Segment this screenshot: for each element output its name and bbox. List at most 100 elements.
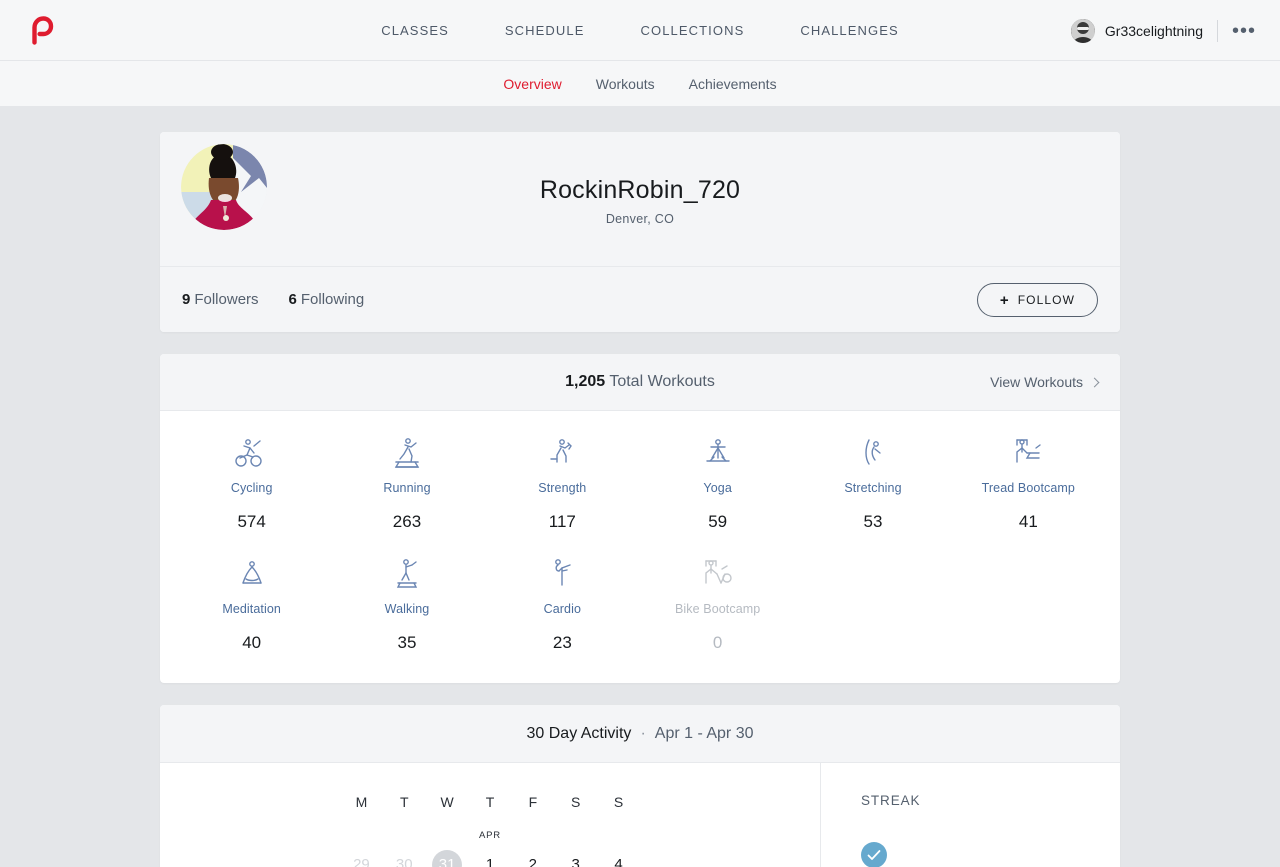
workout-type-count: 41 [1018, 512, 1038, 531]
workout-type-count: 117 [548, 512, 576, 531]
follow-button-label: FOLLOW [1017, 293, 1075, 307]
workout-type-stretching[interactable]: Stretching 53 [795, 433, 950, 532]
workout-type-label: Walking [384, 602, 430, 616]
followers-label: Followers [194, 291, 259, 308]
workout-type-label: Cardio [543, 602, 582, 616]
following-stat[interactable]: 6 Following [289, 291, 365, 308]
nav-divider [1216, 19, 1218, 42]
calendar-dow: S [571, 794, 581, 810]
activity-title: 30 Day Activity [526, 724, 632, 742]
calendar-dow: W [440, 794, 454, 810]
user-menu[interactable]: Gr33celightning ••• [1070, 0, 1256, 61]
user-avatar-icon[interactable] [1070, 18, 1095, 43]
check-circle-icon [861, 842, 887, 867]
calendar-days-row: 29 30 31 1 2 3 4 [160, 844, 820, 867]
workout-type-label: Bike Bootcamp [674, 602, 761, 616]
chevron-right-icon [1089, 377, 1100, 387]
calendar-day[interactable]: 30 [383, 850, 426, 867]
tab-achievements[interactable]: Achievements [689, 76, 777, 92]
workout-type-strength[interactable]: Strength 117 [485, 433, 640, 532]
calendar-month-spacer [383, 830, 426, 844]
activity-date-range: Apr 1 - Apr 30 [654, 724, 754, 742]
calendar-day-number: 30 [395, 856, 413, 867]
calendar-day-number: 1 [485, 856, 495, 867]
calendar-day-number: 29 [353, 856, 370, 867]
nav-link-challenges[interactable]: CHALLENGES [800, 23, 898, 38]
followers-stat[interactable]: 9 Followers [182, 291, 259, 308]
followers-count: 9 [182, 291, 191, 308]
nav-link-schedule[interactable]: SCHEDULE [505, 23, 585, 38]
calendar-dow: S [613, 794, 624, 810]
page-content: RockinRobin_720 Denver, CO 9 Followers 6F… [0, 107, 1280, 867]
workout-type-label: Yoga [703, 481, 732, 495]
workout-type-label: Meditation [222, 602, 281, 616]
cycling-icon [174, 433, 329, 473]
view-workouts-link[interactable]: View Workouts [990, 374, 1100, 390]
total-workouts-count: 1,205 [565, 373, 606, 390]
profile-photo[interactable] [181, 144, 267, 230]
workout-type-count: 40 [242, 633, 262, 652]
running-icon [329, 433, 484, 473]
profile-card: RockinRobin_720 Denver, CO 9 Followers 6F… [160, 132, 1120, 332]
calendar-month-spacer [511, 830, 554, 844]
walking-icon [329, 554, 484, 594]
page-title: RockinRobin_720 [539, 176, 741, 204]
workout-type-bike-bootcamp[interactable]: Bike Bootcamp 0 [640, 554, 795, 653]
nav-link-collections[interactable]: COLLECTIONS [641, 23, 745, 38]
workout-type-label: Stretching [844, 481, 902, 495]
activity-separator: · [640, 724, 646, 742]
workouts-card-header: 1,205 Total Workouts View Workouts [160, 354, 1120, 411]
workout-type-label: Tread Bootcamp [981, 481, 1075, 495]
nav-link-classes[interactable]: CLASSES [381, 23, 449, 38]
calendar-dow: M [355, 794, 368, 810]
profile-tab-bar: Overview Workouts Achievements [0, 61, 1280, 107]
workout-type-walking[interactable]: Walking 35 [329, 554, 484, 653]
workout-type-count: 574 [237, 512, 266, 531]
bike-bootcamp-icon [640, 554, 795, 594]
view-workouts-label: View Workouts [990, 374, 1083, 390]
calendar-month-spacer [340, 830, 383, 844]
workout-type-count: 0 [712, 633, 723, 652]
calendar-month-spacer [426, 830, 469, 844]
activity-card: 30 Day Activity · Apr 1 - Apr 30 M T W T… [160, 705, 1120, 867]
activity-card-header: 30 Day Activity · Apr 1 - Apr 30 [160, 705, 1120, 763]
more-options-icon[interactable]: ••• [1232, 21, 1256, 41]
workout-type-meditation[interactable]: Meditation 40 [174, 554, 329, 653]
calendar-month-spacer [597, 830, 640, 844]
following-count: 6 [288, 291, 297, 308]
calendar-day[interactable]: 4 [597, 850, 640, 867]
tab-overview[interactable]: Overview [503, 76, 561, 92]
calendar-day-number: 2 [528, 856, 538, 867]
workout-type-count: 35 [397, 633, 417, 652]
calendar-day[interactable]: 1 [469, 850, 512, 867]
tab-workouts[interactable]: Workouts [596, 76, 655, 92]
workout-type-tread-bootcamp[interactable]: Tread Bootcamp 41 [951, 433, 1106, 532]
calendar-day-headers: M T W T F S S [160, 794, 820, 810]
calendar-day[interactable]: 3 [554, 850, 597, 867]
calendar-day[interactable]: 29 [340, 850, 383, 867]
workout-type-cycling[interactable]: Cycling 574 [174, 433, 329, 532]
workout-type-running[interactable]: Running 263 [329, 433, 484, 532]
calendar-day-number: 31 [432, 850, 463, 867]
activity-calendar: M T W T F S S APR 29 30 31 1 2 3 4 [160, 763, 820, 867]
calendar-dow: T [399, 794, 409, 810]
streak-panel: STREAK [820, 763, 1120, 867]
calendar-dow: F [528, 794, 538, 810]
workout-type-label: Cycling [230, 481, 273, 495]
profile-header: RockinRobin_720 Denver, CO [160, 132, 1120, 266]
workout-type-label: Strength [538, 481, 587, 495]
strength-icon [485, 433, 640, 473]
follow-button[interactable]: + FOLLOW [976, 283, 1098, 317]
following-label: Following [300, 291, 365, 308]
calendar-day[interactable]: 2 [511, 850, 554, 867]
workout-type-yoga[interactable]: Yoga 59 [640, 433, 795, 532]
calendar-day-today[interactable]: 31 [426, 850, 469, 867]
workout-type-count: 23 [552, 633, 572, 652]
meditation-icon [174, 554, 329, 594]
workout-type-count: 263 [392, 512, 422, 531]
calendar-month-spacer [554, 830, 597, 844]
streak-title: STREAK [861, 793, 921, 808]
workout-type-cardio[interactable]: Cardio 23 [485, 554, 640, 653]
user-name-label: Gr33celightning [1104, 22, 1203, 39]
total-workouts: 1,205 Total Workouts [565, 373, 715, 391]
